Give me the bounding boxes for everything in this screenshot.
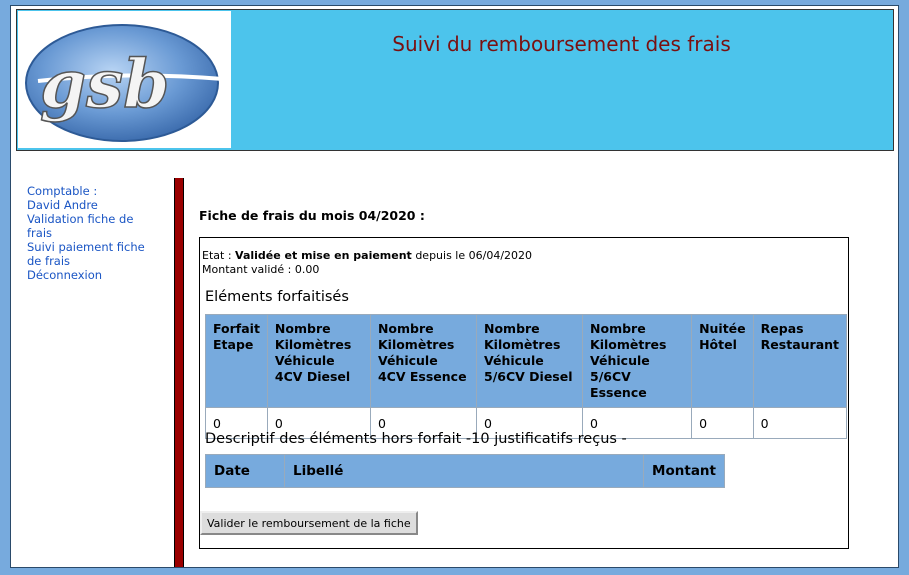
column-header: Nombre Kilomètres Véhicule 5/6CV Essence — [582, 314, 693, 408]
validate-payment-button[interactable]: Valider le remboursement de la fiche — [200, 511, 418, 535]
montant-label: Montant validé : — [202, 263, 292, 276]
forfait-section-title: Eléments forfaitisés — [205, 289, 349, 305]
page-container: gsb Suivi du remboursement des frais Com… — [10, 5, 899, 568]
column-header: Forfait Etape — [205, 314, 268, 408]
column-header: Nombre Kilomètres Véhicule 4CV Diesel — [266, 314, 371, 408]
hors-forfait-section-title: Descriptif des éléments hors forfait -10… — [205, 431, 627, 447]
forfait-table: Forfait Etape Nombre Kilomètres Véhicule… — [205, 314, 848, 439]
table-cell: 0 — [691, 407, 754, 439]
page-title: Fiche de frais du mois 04/2020 : — [199, 208, 425, 223]
table-header-row: Date Libellé Montant — [205, 454, 725, 488]
etat-value: Validée et mise en paiement — [235, 249, 412, 262]
role-label: Comptable : — [27, 184, 98, 198]
etat-label: Etat : — [202, 249, 232, 262]
column-header: Nuitée Hôtel — [691, 314, 754, 408]
app-title: Suivi du remboursement des frais — [392, 32, 731, 56]
content-side-bar — [174, 178, 184, 567]
sidebar-menu: Comptable : David Andre Validation fiche… — [27, 184, 147, 282]
column-header: Nombre Kilomètres Véhicule 4CV Essence — [369, 314, 478, 408]
etat-since: depuis le 06/04/2020 — [415, 249, 533, 262]
user-name: David Andre — [27, 198, 98, 212]
status-block: Etat : Validée et mise en paiement depui… — [202, 249, 532, 277]
gsb-logo: gsb — [18, 11, 231, 148]
montant-value: 0.00 — [294, 263, 320, 276]
column-header: Repas Restaurant — [752, 314, 848, 408]
column-header: Nombre Kilomètres Véhicule 5/6CV Diesel — [475, 314, 584, 408]
fiche-panel: Etat : Validée et mise en paiement depui… — [199, 237, 849, 549]
table-cell: 0 — [752, 407, 848, 439]
table-header-row: Forfait Etape Nombre Kilomètres Véhicule… — [205, 314, 848, 408]
header: gsb Suivi du remboursement des frais — [16, 9, 894, 151]
menu-item-suivi-paiement[interactable]: Suivi paiement fiche de frais — [27, 240, 147, 268]
hors-forfait-table: Date Libellé Montant — [205, 454, 725, 488]
column-header: Date — [205, 454, 285, 488]
menu-item-validation[interactable]: Validation fiche de frais — [27, 212, 147, 240]
column-header: Libellé — [283, 454, 645, 488]
logo-text: gsb — [40, 45, 169, 123]
column-header: Montant — [643, 454, 725, 488]
menu-item-deconnexion[interactable]: Déconnexion — [27, 268, 147, 282]
